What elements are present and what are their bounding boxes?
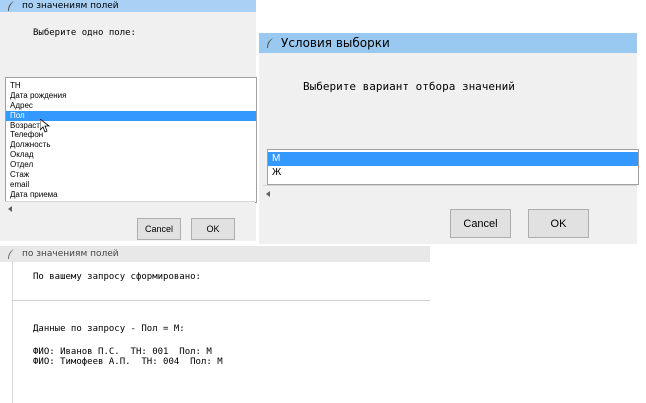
field-select-prompt: Выберите одно поле: [33, 28, 136, 38]
field-list-item[interactable]: Отдел [6, 160, 256, 170]
results-title: по значениям полей [22, 249, 119, 259]
results-query: Данные по запросу - Пол = М: [33, 324, 185, 334]
results-dialog: по значениям полей По вашему запросу сфо… [0, 246, 430, 403]
field-list-item[interactable]: email [6, 180, 256, 190]
value-list-item[interactable]: Ж [268, 166, 638, 180]
field-select-titlebar[interactable]: по значениям полей [0, 0, 256, 12]
value-select-prompt: Выберите вариант отбора значений [303, 80, 515, 93]
ok-button[interactable]: OK [528, 209, 589, 238]
field-list-item[interactable]: Дата приема [6, 190, 256, 200]
field-list-scrollbar[interactable] [5, 201, 255, 216]
value-listbox[interactable]: МЖ [267, 149, 639, 185]
results-header: По вашему запросу сформировано: [33, 272, 201, 282]
field-list-item[interactable]: ТН [6, 81, 256, 91]
value-list-scrollbar[interactable] [263, 185, 637, 202]
result-line: ФИО: Тимофеев А.П. ТН: 004 Пол: М [33, 357, 223, 367]
results-list: ФИО: Иванов П.С. ТН: 001 Пол: М ФИО: Тимо… [33, 347, 223, 367]
value-list-item[interactable]: М [268, 152, 638, 166]
results-titlebar[interactable]: по значениям полей [0, 246, 430, 262]
feather-icon [8, 249, 14, 259]
field-list-item[interactable]: Должность [6, 140, 256, 150]
field-list-item[interactable]: Оклад [6, 150, 256, 160]
value-select-titlebar[interactable]: Условия выборки [259, 33, 637, 53]
scroll-left-arrow-icon[interactable] [8, 206, 12, 212]
value-select-title: Условия выборки [281, 36, 390, 50]
cancel-button[interactable]: Cancel [137, 218, 181, 240]
cancel-button[interactable]: Cancel [450, 209, 511, 238]
field-list-item[interactable]: Стаж [6, 170, 256, 180]
mouse-cursor-icon [40, 119, 50, 133]
ok-button[interactable]: OK [191, 218, 235, 240]
field-select-title: по значениям полей [22, 1, 119, 11]
value-select-dialog: Условия выборки Выберите вариант отбора … [259, 33, 639, 244]
field-select-dialog: по значениям полей Выберите одно поле: Т… [0, 0, 257, 241]
results-divider [12, 300, 430, 301]
result-line: ФИО: Иванов П.С. ТН: 001 Пол: М [33, 347, 212, 357]
scroll-left-arrow-icon[interactable] [266, 191, 270, 197]
field-list-item[interactable]: Дата рождения [6, 91, 256, 101]
results-left-border [12, 262, 13, 403]
field-listbox[interactable]: ТН Дата рождения Адрес Пол Возраст Телефон Дол… [5, 77, 257, 203]
feather-icon [8, 1, 14, 11]
field-list-item[interactable]: Адрес [6, 101, 256, 111]
feather-icon [267, 38, 273, 48]
